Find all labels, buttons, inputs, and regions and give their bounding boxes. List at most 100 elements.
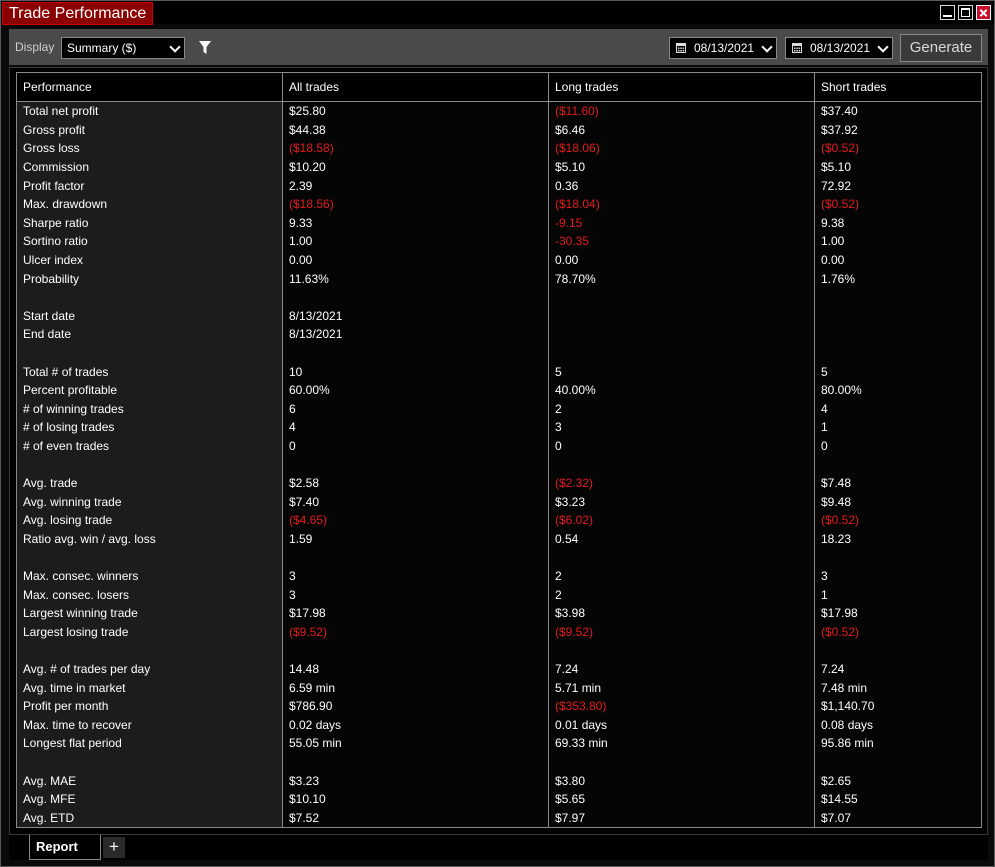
cell-short-trades: $37.40	[814, 101, 982, 121]
cell-all-trades: ($4.65)	[282, 511, 549, 530]
cell-long-trades: 5.71 min	[548, 678, 815, 697]
add-tab-button[interactable]: +	[103, 837, 125, 858]
table-row: Max. consec. winners 3 2 3	[16, 566, 982, 586]
table-row: Avg. # of trades per day 14.48 7.24 7.24	[16, 659, 982, 679]
display-label: Display	[15, 40, 55, 54]
maximize-button[interactable]	[958, 5, 973, 20]
generate-button[interactable]: Generate	[900, 34, 982, 62]
cell-long-trades: 69.33 min	[548, 734, 815, 753]
cell-short-trades: 0.08 days	[814, 715, 982, 735]
table-row: Avg. trade $2.58 ($2.32) $7.48	[16, 473, 982, 493]
date-from-picker[interactable]: 08/13/2021	[669, 37, 777, 59]
cell-short-trades: 1.76%	[814, 269, 982, 288]
date-to-value: 08/13/2021	[810, 41, 871, 55]
calendar-icon	[676, 43, 686, 53]
cell-short-trades	[814, 455, 982, 474]
column-header-short-trades[interactable]: Short trades	[814, 72, 982, 102]
cell-long-trades	[548, 325, 815, 344]
tab-report[interactable]: Report	[29, 835, 101, 860]
cell-all-trades: 6.59 min	[282, 678, 549, 697]
cell-long-trades: 0.01 days	[548, 715, 815, 735]
cell-all-trades: 8/13/2021	[282, 306, 549, 326]
column-header-long-trades[interactable]: Long trades	[548, 72, 815, 102]
cell-all-trades: 1.00	[282, 232, 549, 251]
cell-all-trades	[282, 343, 549, 363]
cell-short-trades	[814, 306, 982, 326]
cell-long-trades: 0.54	[548, 529, 815, 549]
cell-long-trades: ($18.04)	[548, 194, 815, 214]
cell-all-trades	[282, 548, 549, 567]
table-row: Profit factor 2.39 0.36 72.92	[16, 176, 982, 195]
cell-all-trades: $786.90	[282, 697, 549, 716]
cell-long-trades	[548, 752, 815, 772]
cell-all-trades: $17.98	[282, 604, 549, 623]
cell-label: Avg. ETD	[16, 808, 283, 829]
table-row: # of winning trades 6 2 4	[16, 399, 982, 419]
cell-long-trades: ($9.52)	[548, 622, 815, 642]
cell-label: Total # of trades	[16, 362, 283, 381]
cell-label: Gross loss	[16, 139, 283, 158]
date-from-value: 08/13/2021	[694, 41, 755, 55]
cell-long-trades: 0	[548, 436, 815, 456]
table-row	[16, 548, 982, 567]
cell-short-trades: $17.98	[814, 604, 982, 623]
table-row: Probability 11.63% 78.70% 1.76%	[16, 269, 982, 288]
table-header-row: Performance All trades Long trades Short…	[16, 72, 982, 102]
cell-long-trades	[548, 548, 815, 567]
cell-label: Avg. time in market	[16, 678, 283, 697]
table-row: Commission $10.20 $5.10 $5.10	[16, 157, 982, 177]
cell-short-trades: 4	[814, 399, 982, 419]
cell-all-trades: 11.63%	[282, 269, 549, 288]
cell-long-trades: $5.65	[548, 789, 815, 809]
cell-long-trades: -30.35	[548, 232, 815, 251]
chevron-down-icon	[877, 41, 889, 53]
display-select[interactable]: Summary ($)	[61, 37, 185, 59]
cell-short-trades: $7.48	[814, 473, 982, 493]
column-header-performance[interactable]: Performance	[16, 72, 283, 102]
cell-short-trades: $1,140.70	[814, 697, 982, 716]
table-row: Max. consec. losers 3 2 1	[16, 585, 982, 605]
cell-long-trades: 5	[548, 362, 815, 381]
cell-long-trades: $3.23	[548, 492, 815, 512]
cell-long-trades: 0.36	[548, 176, 815, 195]
cell-short-trades: 95.86 min	[814, 734, 982, 753]
table-row: Max. time to recover 0.02 days 0.01 days 0.…	[16, 715, 982, 735]
cell-all-trades: 9.33	[282, 213, 549, 233]
title-bar[interactable]: Trade Performance	[1, 1, 994, 25]
cell-label: Sortino ratio	[16, 232, 283, 251]
close-button[interactable]	[976, 5, 991, 20]
cell-label: Avg. trade	[16, 473, 283, 493]
cell-label: Ulcer index	[16, 250, 283, 270]
table-row: Avg. ETD $7.52 $7.97 $7.07	[16, 808, 982, 829]
minimize-button[interactable]	[940, 5, 955, 20]
cell-all-trades	[282, 641, 549, 660]
cell-long-trades: 2	[548, 399, 815, 419]
cell-long-trades: 2	[548, 566, 815, 586]
cell-all-trades: ($18.58)	[282, 139, 549, 158]
date-to-picker[interactable]: 08/13/2021	[785, 37, 893, 59]
cell-label: # of losing trades	[16, 418, 283, 437]
chevron-down-icon	[169, 41, 181, 53]
cell-long-trades: ($6.02)	[548, 511, 815, 530]
cell-long-trades	[548, 343, 815, 363]
filter-icon[interactable]	[199, 41, 211, 55]
cell-short-trades: 72.92	[814, 176, 982, 195]
cell-label: Avg. winning trade	[16, 492, 283, 512]
table-row: Total net profit $25.80 ($11.60) $37.40	[16, 101, 982, 121]
cell-long-trades: ($2.32)	[548, 473, 815, 493]
cell-all-trades: $10.10	[282, 789, 549, 809]
table-row: Gross profit $44.38 $6.46 $37.92	[16, 120, 982, 140]
column-header-all-trades[interactable]: All trades	[282, 72, 549, 102]
cell-short-trades: 1	[814, 585, 982, 605]
cell-long-trades: $7.97	[548, 808, 815, 829]
table-row: Avg. winning trade $7.40 $3.23 $9.48	[16, 492, 982, 512]
cell-label: Max. consec. winners	[16, 566, 283, 586]
cell-long-trades: $5.10	[548, 157, 815, 177]
cell-label: Sharpe ratio	[16, 213, 283, 233]
cell-all-trades: $25.80	[282, 101, 549, 121]
table-row: Avg. MAE $3.23 $3.80 $2.65	[16, 771, 982, 790]
calendar-icon	[792, 43, 802, 53]
table-row: Avg. losing trade ($4.65) ($6.02) ($0.52)	[16, 511, 982, 530]
cell-label: # of even trades	[16, 436, 283, 456]
cell-all-trades: 10	[282, 362, 549, 381]
